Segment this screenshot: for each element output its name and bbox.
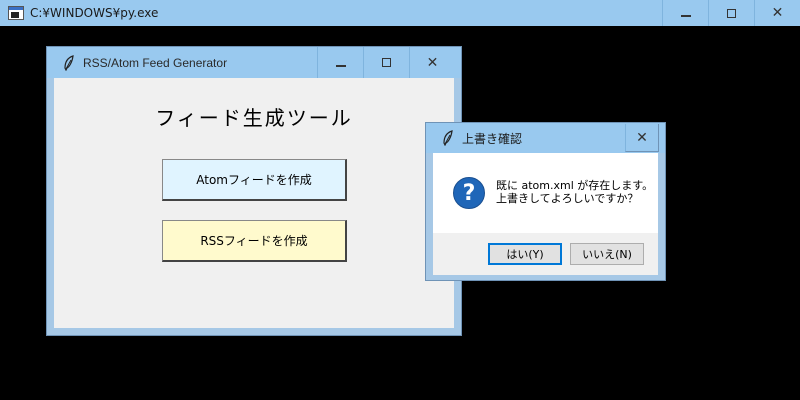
feed-generator-window: RSS/Atom Feed Generator ✕ フィード生成ツール Atom… <box>46 46 462 336</box>
close-icon: ✕ <box>771 5 784 21</box>
console-app-icon <box>8 6 24 20</box>
window-minimize-button[interactable] <box>317 47 363 78</box>
window-close-button[interactable]: ✕ <box>409 47 455 78</box>
maximize-icon <box>727 8 736 18</box>
question-icon: ? <box>453 177 485 209</box>
window-title: RSS/Atom Feed Generator <box>83 55 228 70</box>
feed-generator-titlebar[interactable]: RSS/Atom Feed Generator ✕ <box>47 47 461 78</box>
console-titlebar: C:¥WINDOWS¥py.exe ✕ <box>0 0 800 26</box>
console-title: C:¥WINDOWS¥py.exe <box>30 6 159 20</box>
yes-button[interactable]: はい(Y) <box>488 243 562 265</box>
window-maximize-button[interactable] <box>363 47 409 78</box>
overwrite-confirm-dialog: 上書き確認 ✕ ? 既に atom.xml が存在します。 上書きしてよろしいで… <box>425 122 666 281</box>
close-icon: ✕ <box>636 129 648 146</box>
dialog-message-line2: 上書きしてよろしいですか？ <box>496 192 639 205</box>
console-caption-buttons: ✕ <box>662 0 800 26</box>
window-caption-buttons: ✕ <box>317 47 455 78</box>
dialog-body: ? 既に atom.xml が存在します。 上書きしてよろしいですか？ <box>433 153 658 233</box>
minimize-icon <box>680 15 691 17</box>
create-atom-feed-button[interactable]: Atomフィードを作成 <box>162 159 347 201</box>
page-title: フィード生成ツール <box>155 106 353 130</box>
dialog-message: 既に atom.xml が存在します。 上書きしてよろしいですか？ <box>496 179 653 205</box>
minimize-icon <box>335 64 346 67</box>
feather-icon <box>440 130 456 146</box>
no-button[interactable]: いいえ(N) <box>570 243 644 265</box>
console-close-button[interactable]: ✕ <box>754 0 800 26</box>
create-rss-feed-button[interactable]: RSSフィードを作成 <box>162 220 347 262</box>
close-icon: ✕ <box>426 54 439 71</box>
window-client-area: フィード生成ツール Atomフィードを作成 RSSフィードを作成 <box>54 78 454 328</box>
console-minimize-button[interactable] <box>662 0 708 26</box>
maximize-icon <box>382 58 391 67</box>
console-maximize-button[interactable] <box>708 0 754 26</box>
dialog-footer: はい(Y) いいえ(N) <box>433 233 658 275</box>
dialog-message-line1: 既に atom.xml が存在します。 <box>496 179 654 192</box>
dialog-close-button[interactable]: ✕ <box>625 124 659 152</box>
dialog-titlebar[interactable]: 上書き確認 ✕ <box>426 123 665 153</box>
dialog-title: 上書き確認 <box>462 131 523 146</box>
feather-icon <box>61 54 77 71</box>
